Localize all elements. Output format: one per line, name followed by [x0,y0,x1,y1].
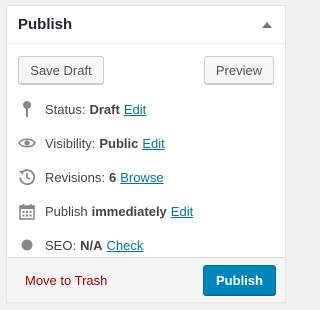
browse-revisions-link[interactable]: Browse [120,170,163,185]
history-icon [18,168,36,186]
publish-time-row: Publish immediately Edit [18,194,274,228]
publish-time-label: Publish [45,203,88,219]
triangle-up-icon[interactable] [261,20,273,30]
visibility-label: Visibility: [45,135,96,151]
preview-button[interactable]: Preview [204,56,274,84]
status-value: Draft [89,101,120,117]
seo-label: SEO: [45,237,77,253]
visibility-value: Public [99,135,139,151]
pin-icon [18,100,36,118]
revisions-label: Revisions: [45,169,105,185]
minor-actions: Save Draft Preview [7,44,285,84]
edit-visibility-link[interactable]: Edit [142,136,164,151]
major-publishing-actions: Move to Trash Publish [7,257,285,302]
status-label: Status: [45,101,86,117]
publish-button[interactable]: Publish [203,265,276,295]
publish-box-header: Publish [7,6,285,44]
eye-icon [18,134,36,152]
publish-box: Publish Save Draft Preview Status: Draft… [6,5,286,303]
move-to-trash-link[interactable]: Move to Trash [25,273,107,288]
visibility-row: Visibility: Public Edit [18,126,274,160]
publish-time-value: immediately [91,203,167,219]
revisions-row: Revisions: 6 Browse [18,160,274,194]
calendar-icon [18,202,36,220]
edit-publish-time-link[interactable]: Edit [171,204,193,219]
misc-publishing-actions: Status: Draft Edit Visibility: Public Ed… [7,84,285,262]
check-seo-link[interactable]: Check [106,238,143,253]
revisions-value: 6 [108,169,117,185]
seo-value: N/A [80,237,103,253]
save-draft-button[interactable]: Save Draft [18,56,104,84]
dot-icon [18,236,36,254]
status-row: Status: Draft Edit [18,92,274,126]
panel-title: Publish [18,16,73,33]
edit-status-link[interactable]: Edit [124,102,146,117]
